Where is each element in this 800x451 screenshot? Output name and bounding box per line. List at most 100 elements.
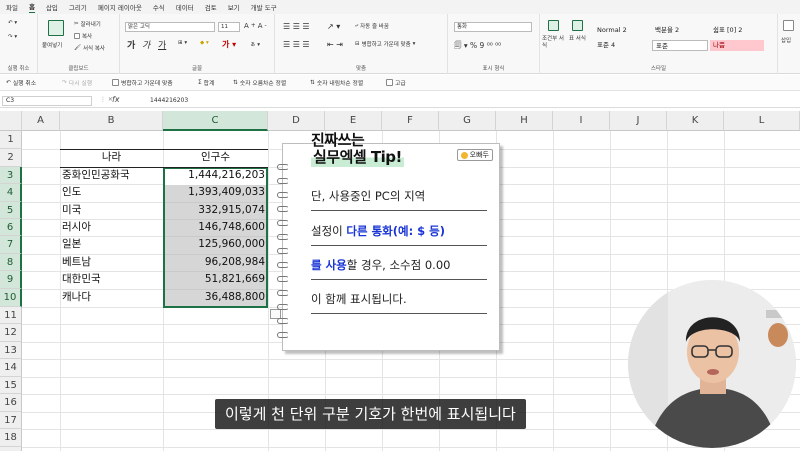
row-header-10[interactable]: 10 (0, 289, 22, 307)
insert-cells-icon[interactable] (783, 20, 794, 31)
formula-input[interactable]: 1444216203 (150, 97, 188, 104)
cell-country[interactable]: 인도 (62, 184, 81, 201)
cut-button[interactable]: ✂ 잘라내기 (74, 20, 101, 28)
row-header-13[interactable]: 13 (0, 342, 22, 359)
style-standard-4[interactable]: 표준 4 (594, 40, 652, 51)
row-header-4[interactable]: 4 (0, 184, 22, 202)
cell-country[interactable]: 대한민국 (62, 271, 101, 288)
cell-population[interactable]: 125,960,000 (163, 236, 265, 253)
redo-icon[interactable]: ↷ ▾ (8, 34, 17, 40)
copy-button[interactable]: 복사 (74, 32, 92, 40)
style-percent-2[interactable]: 백분율 2 (652, 25, 710, 36)
cell-population[interactable]: 51,821,669 (163, 271, 265, 288)
cell-population[interactable]: 332,915,074 (163, 202, 265, 219)
bold-icon[interactable]: 가 (127, 38, 135, 51)
qa-sort-desc[interactable]: ⇅ 숫자 내림차순 정렬 (310, 78, 363, 88)
row-header-16[interactable]: 16 (0, 394, 22, 412)
undo-icon[interactable]: ↶ ▾ (8, 20, 17, 26)
menu-file[interactable]: 파일 (6, 2, 18, 12)
row-header-19[interactable]: 19 (0, 447, 22, 451)
row-header-6[interactable]: 6 (0, 219, 22, 236)
row-header-11[interactable]: 11 (0, 307, 22, 324)
col-header-b[interactable]: B (60, 111, 163, 131)
menu-data[interactable]: 데이터 (176, 2, 194, 12)
col-header-e[interactable]: E (325, 111, 382, 131)
menu-draw[interactable]: 그리기 (69, 2, 87, 12)
cell-country[interactable]: 베트남 (62, 254, 91, 271)
col-header-h[interactable]: H (496, 111, 553, 131)
style-comma-2[interactable]: 쉼표 [0] 2 (710, 25, 766, 36)
cell-population[interactable]: 146,748,600 (163, 219, 265, 236)
font-color-icon[interactable]: 가 ▾ (222, 39, 236, 50)
insert-button[interactable]: 삽입 (781, 36, 791, 44)
row-header-18[interactable]: 18 (0, 429, 22, 447)
qa-advanced[interactable]: 고급 (386, 78, 406, 87)
font-grow-icon[interactable]: A + A- (244, 22, 267, 30)
qa-undo[interactable]: ↶ 실행 취소 (6, 78, 36, 88)
fill-color-icon[interactable]: ◆ ▾ (200, 40, 209, 46)
row-header-1[interactable]: 1 (0, 131, 22, 149)
qa-sort-asc[interactable]: ⇅ 숫자 오름차순 정렬 (233, 78, 286, 88)
number-format-select[interactable]: 통화 (454, 22, 532, 32)
accounting-icon[interactable]: 🗐 ▾ % 9 ⁰⁰ ⁰⁰ (454, 40, 501, 53)
underline-icon[interactable]: 가 (158, 38, 166, 51)
col-header-g[interactable]: G (439, 111, 496, 131)
format-painter-button[interactable]: 🖌 서식 복사 (74, 44, 105, 52)
menu-insert[interactable]: 삽입 (46, 2, 58, 12)
cell-country[interactable]: 중화인민공화국 (62, 167, 130, 184)
row-header-2[interactable]: 2 (0, 149, 22, 167)
conditional-format-icon[interactable] (548, 20, 559, 31)
fx-icon[interactable]: fx (112, 95, 120, 104)
col-header-a[interactable]: A (22, 111, 60, 131)
col-header-f[interactable]: F (382, 111, 439, 131)
border-icon[interactable]: ⊞ ▾ (178, 40, 187, 46)
conditional-format-button[interactable]: 조건부 서식 (542, 36, 566, 50)
phonetic-icon[interactable]: ぁ ▾ (250, 40, 260, 48)
wrap-text-button[interactable]: ⤶ 자동 줄 바꿈 (355, 22, 389, 31)
row-header-14[interactable]: 14 (0, 359, 22, 377)
orientation-icon[interactable]: ↗ ▾ (327, 22, 340, 31)
paste-icon[interactable] (48, 20, 64, 36)
menu-formulas[interactable]: 수식 (153, 2, 165, 12)
cell-population[interactable]: 1,393,409,033 (163, 184, 265, 201)
menu-view[interactable]: 보기 (228, 2, 240, 12)
row-header-9[interactable]: 9 (0, 271, 22, 289)
row-header-12[interactable]: 12 (0, 324, 22, 342)
align-left-icon[interactable]: ☰ ☰ ☰ (283, 40, 310, 49)
cell-population[interactable]: 1,444,216,203 (163, 167, 265, 184)
header-population[interactable]: 인구수 (163, 149, 268, 166)
cell-country[interactable]: 미국 (62, 202, 81, 219)
row-header-15[interactable]: 15 (0, 377, 22, 394)
qa-merge-center[interactable]: 병합하고 가운데 맞춤 (112, 78, 173, 87)
select-all-corner[interactable] (0, 111, 22, 131)
style-bad[interactable]: 나쁨 (710, 40, 764, 51)
menu-developer[interactable]: 개발 도구 (251, 2, 277, 12)
name-box[interactable]: C3 (2, 96, 92, 106)
qa-sum[interactable]: Σ 합계 (198, 78, 214, 88)
cell-country[interactable]: 캐나다 (62, 289, 91, 306)
indent-icon[interactable]: ⇤ ⇥ (327, 40, 343, 49)
table-format-icon[interactable] (572, 20, 583, 31)
cell-population[interactable]: 96,208,984 (163, 254, 265, 271)
menu-review[interactable]: 검토 (205, 2, 217, 12)
cell-country[interactable]: 일본 (62, 236, 81, 253)
font-size-select[interactable]: 11 (218, 22, 240, 32)
col-header-k[interactable]: K (667, 111, 724, 131)
menu-home[interactable]: 홈 (28, 1, 35, 13)
col-header-l[interactable]: L (724, 111, 800, 131)
row-header-8[interactable]: 8 (0, 254, 22, 271)
align-top-icon[interactable]: ☰ ☰ ☰ (283, 22, 310, 31)
italic-icon[interactable]: 가 (142, 38, 150, 51)
font-name-select[interactable]: 맑은 고딕 (125, 22, 215, 32)
row-header-17[interactable]: 17 (0, 412, 22, 429)
table-format-button[interactable]: 표 서식 (569, 36, 589, 43)
col-header-d[interactable]: D (268, 111, 325, 131)
header-country[interactable]: 나라 (60, 149, 163, 166)
merge-center-button[interactable]: ⊟ 병합하고 가운데 맞춤 ▾ (355, 40, 415, 48)
style-normal-2[interactable]: Normal 2 (594, 25, 652, 36)
col-header-c[interactable]: C (163, 111, 268, 131)
qa-redo[interactable]: ↷ 다시 실행 (62, 78, 92, 88)
row-header-7[interactable]: 7 (0, 236, 22, 254)
menu-page-layout[interactable]: 페이지 레이아웃 (98, 2, 142, 12)
col-header-i[interactable]: I (553, 111, 610, 131)
